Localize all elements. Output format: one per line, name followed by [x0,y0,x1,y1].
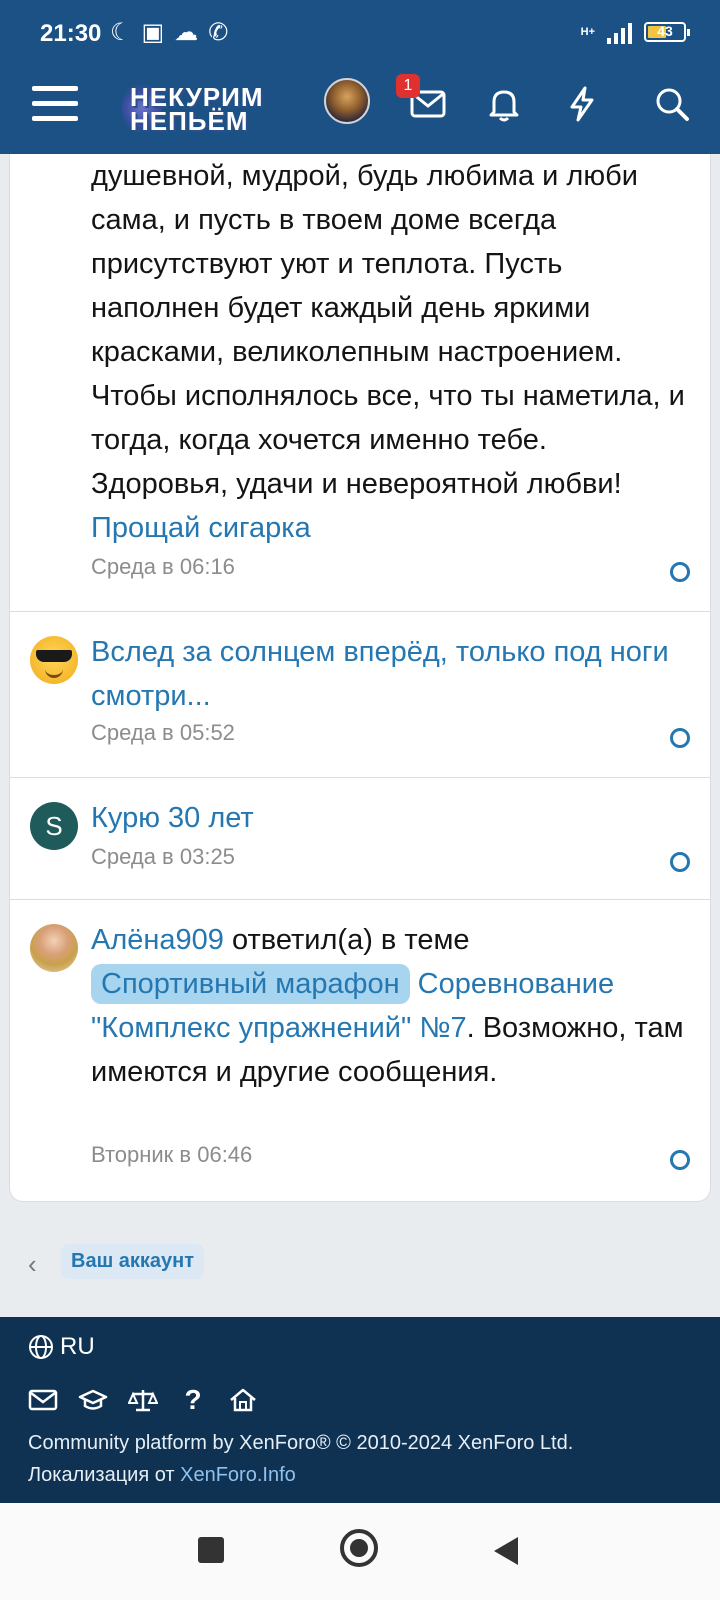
mark-read-icon[interactable] [670,728,690,748]
battery-level: 43 [657,23,673,39]
alert-message: душевной, мудрой, будь любима и люби сам… [91,160,685,500]
home-button[interactable] [340,1529,378,1567]
search-icon[interactable] [650,82,694,126]
footer-copyright: Community platform by XenForo® © 2010-20… [28,1427,573,1491]
alert-time: Среда в 05:52 [91,720,235,745]
alert-item: S Курю 30 лет Среда в 03:25 [10,778,710,900]
alert-text: Вслед за солнцем вперёд, только под ноги… [91,630,690,718]
localization-prefix: Локализация от [28,1464,175,1486]
globe-icon [28,1334,54,1360]
moon-icon: ☾ [110,19,142,46]
alerts-list: душевной, мудрой, будь любима и люби сам… [9,154,711,1202]
alert-action: ответил(а) в теме [231,924,470,956]
network-type: H+ [580,26,595,38]
breadcrumb: ‹ Ваш аккаунт [0,1243,720,1283]
thread-link[interactable]: Прощай сигарка [91,512,311,544]
site-logo[interactable]: НЕКУРИМ НЕПЬЁМ [122,80,292,136]
thread-link[interactable]: Курю 30 лет [91,802,254,834]
language-label: RU [60,1333,95,1360]
battery-saver-icon: ▣ [141,19,175,46]
mark-read-icon[interactable] [670,852,690,872]
bell-icon[interactable] [482,82,526,126]
alert-time: Среда в 06:16 [91,554,235,579]
scales-icon[interactable] [127,1387,159,1413]
site-header: НЕКУРИМ НЕПЬЁМ 1 [0,70,720,154]
site-footer: RU ? Community platform by XenForo® © 20… [0,1317,720,1503]
cloud-icon: ☁ [174,19,209,46]
signal-icon [607,20,632,44]
alert-time: Среда в 03:25 [91,844,235,869]
logo-line-2: НЕПЬЁМ [130,106,249,136]
alert-text: душевной, мудрой, будь любима и люби сам… [91,154,690,550]
copyright-text: Community platform by XenForo® © 2010-20… [28,1432,574,1454]
viber-icon: ✆ [208,19,239,46]
alert-item: душевной, мудрой, будь любима и люби сам… [10,154,710,612]
menu-icon[interactable] [32,86,78,126]
avatar[interactable] [30,924,78,972]
avatar[interactable] [30,636,78,684]
chevron-left-icon[interactable]: ‹ [28,1249,37,1280]
help-icon[interactable]: ? [178,1386,208,1414]
localization-link[interactable]: XenForo.Info [180,1464,296,1486]
mark-read-icon[interactable] [670,562,690,582]
back-button[interactable] [494,1537,518,1565]
system-nav-bar [0,1503,720,1600]
alert-item: Вслед за солнцем вперёд, только под ноги… [10,612,710,778]
language-chooser[interactable]: RU [28,1333,95,1361]
status-right: H+ 43 [580,20,690,44]
mark-read-icon[interactable] [670,1150,690,1170]
footer-icons: ? [28,1386,258,1414]
alert-item: Алёна909 ответил(а) в теме Спортивный ма… [10,900,710,1202]
lightning-icon[interactable] [560,82,604,126]
avatar[interactable]: S [30,802,78,850]
inbox-badge: 1 [396,74,420,98]
user-avatar[interactable] [324,78,370,124]
alert-text: Курю 30 лет [91,796,690,840]
alert-text: Алёна909 ответил(а) в теме Спортивный ма… [91,918,690,1094]
alert-time: Вторник в 06:46 [91,1142,253,1167]
breadcrumb-account[interactable]: Ваш аккаунт [61,1244,205,1279]
graduation-cap-icon[interactable] [78,1387,108,1413]
home-icon[interactable] [228,1387,258,1413]
status-icons: ☾▣☁✆ [110,18,238,47]
recents-button[interactable] [198,1537,224,1563]
status-time: 21:30 [40,20,102,47]
localization-line: Локализация от XenForo.Info [28,1459,573,1491]
thread-link[interactable]: Вслед за солнцем вперёд, только под ноги… [91,636,669,712]
thread-prefix[interactable]: Спортивный марафон [91,964,410,1004]
user-link[interactable]: Алёна909 [91,924,224,956]
status-bar: 21:30 ☾▣☁✆ H+ 43 [0,0,720,70]
battery-icon: 43 [644,22,690,42]
mail-icon[interactable] [28,1387,58,1413]
